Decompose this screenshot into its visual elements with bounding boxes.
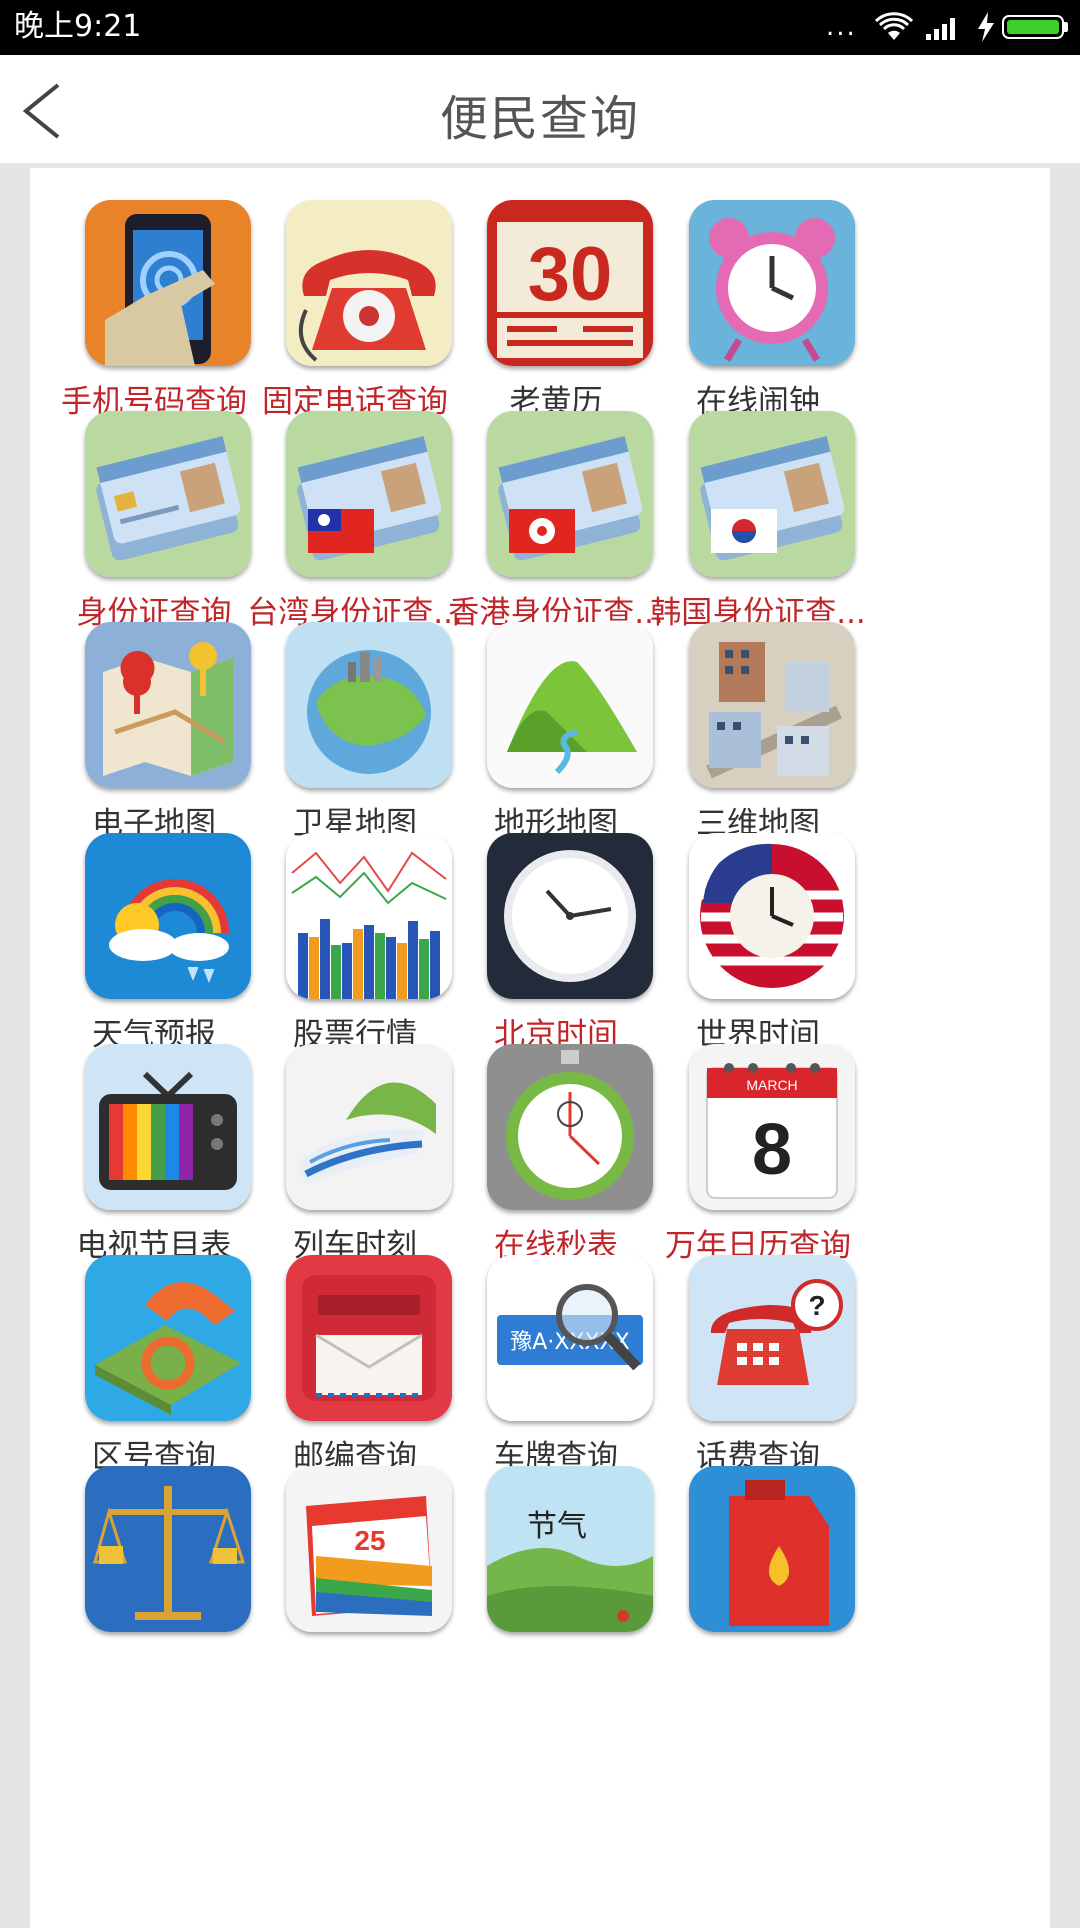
wifi-icon: [874, 12, 914, 46]
oil-can-icon: [689, 1466, 855, 1632]
svg-text:?: ?: [808, 1290, 825, 1321]
calendar-8-icon: MARCH 8: [689, 1044, 855, 1210]
train-icon: [286, 1044, 452, 1210]
terrain-icon: [487, 622, 653, 788]
id-card-korea-icon: [689, 411, 855, 577]
status-more-dots: ...: [826, 12, 857, 42]
phone-bill-icon: ?: [689, 1255, 855, 1421]
svg-text:8: 8: [752, 1110, 792, 1190]
globe-icon: [286, 622, 452, 788]
tv-icon: [85, 1044, 251, 1210]
usa-clock-icon: [689, 833, 855, 999]
svg-text:25: 25: [354, 1525, 385, 1556]
grid-item[interactable]: [634, 1434, 882, 1692]
id-card-hongkong-icon: [487, 411, 653, 577]
mobile-touch-icon: [85, 200, 251, 366]
svg-text:30: 30: [528, 232, 613, 317]
id-card-taiwan-icon: [286, 411, 452, 577]
id-card-icon: [85, 411, 251, 577]
stock-chart-icon: [286, 833, 452, 999]
wall-clock-icon: [487, 833, 653, 999]
phone-book-icon: [85, 1255, 251, 1421]
weather-rainbow-icon: [85, 833, 251, 999]
buildings-3d-icon: [689, 622, 855, 788]
solar-terms-icon: 节气: [487, 1466, 653, 1632]
tear-calendar-icon: 25: [286, 1466, 452, 1632]
signal-icon: [925, 14, 961, 44]
status-bar: 晚上9:21 ...: [0, 0, 1080, 55]
service-grid-panel: 手机号码查询 固定电话查询 30 老黄历 在线闹钟 身份证查询 台湾身份证查... 香港身份证…: [30, 168, 1050, 1928]
status-time: 晚上9:21: [14, 9, 142, 44]
page-title: 便民查询: [439, 91, 640, 147]
alarm-clock-icon: [689, 200, 855, 366]
mailbox-icon: [286, 1255, 452, 1421]
stopwatch-icon: [487, 1044, 653, 1210]
calendar-30-icon: 30: [487, 200, 653, 366]
map-pins-icon: [85, 622, 251, 788]
svg-text:节气: 节气: [527, 1509, 587, 1544]
battery-icon: [1002, 15, 1064, 39]
rotary-phone-icon: [286, 200, 452, 366]
charging-icon: [976, 12, 996, 46]
svg-text:MARCH: MARCH: [746, 1077, 797, 1093]
license-plate-icon: 豫A·XXXXX: [487, 1255, 653, 1421]
header: 便民查询: [0, 55, 1080, 165]
scale-gold-icon: [85, 1466, 251, 1632]
